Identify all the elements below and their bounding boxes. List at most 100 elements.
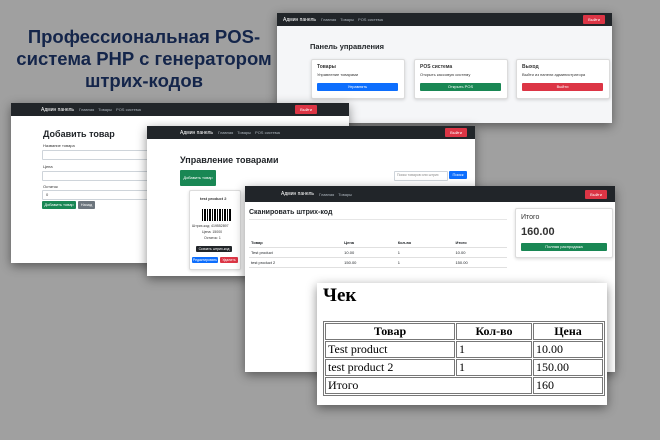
cell: 150.00 — [342, 257, 396, 268]
table-header: Товар Кол-во Цена — [325, 323, 603, 340]
headline-line-1: Профессиональная POS- — [27, 26, 261, 47]
logout-button[interactable]: Выйти — [585, 190, 607, 199]
cell: Test product — [325, 341, 455, 358]
cell: 1 — [456, 341, 532, 358]
edit-button[interactable]: Редактировать — [192, 257, 218, 263]
total-row: Итого 160 — [325, 377, 603, 394]
nav-link-products[interactable]: Товары — [338, 192, 352, 197]
search-placeholder: Поиск товаров или штрих — [397, 173, 439, 177]
receipt-window: Чек Товар Кол-во Цена Test product 1 10.… — [317, 283, 607, 405]
download-barcode-button[interactable]: Скачать штрих-код — [196, 246, 232, 252]
col-price: Цена — [533, 323, 603, 340]
cell: 10.00 — [342, 247, 396, 258]
stock-label: Остаток — [43, 184, 58, 189]
nav-brand[interactable]: Админ панель — [180, 130, 213, 136]
card-logout-button[interactable]: Выйти — [522, 83, 603, 91]
card-logout: Выход Выйти из панели администратора Вый… — [516, 59, 610, 99]
add-product-button[interactable]: Добавить товар — [180, 170, 216, 186]
col-price: Цена — [342, 238, 396, 248]
table-row: Test product 1 10.00 — [325, 341, 603, 358]
cell: Test product — [249, 247, 343, 258]
cell: 1 — [395, 257, 454, 268]
nav-link-pos[interactable]: POS система — [255, 130, 280, 135]
stock-input[interactable]: 0 — [42, 190, 154, 200]
card-title: Товары — [317, 64, 336, 70]
navbar: Админ панель Главная Товары POS система … — [277, 13, 612, 26]
cell: 150.00 — [533, 359, 603, 376]
product-price: Цена: 15000 — [202, 230, 223, 234]
search-input[interactable]: Поиск товаров или штрих — [394, 171, 448, 181]
search-button[interactable]: Поиск — [449, 171, 467, 179]
card-title: Выход — [522, 64, 539, 70]
table-row[interactable]: test product 2 150.00 1 150.00 — [249, 257, 507, 268]
total-title: Итого — [521, 214, 540, 221]
scan-area[interactable] — [249, 219, 507, 220]
manage-button[interactable]: Управлять — [317, 83, 398, 91]
delete-button[interactable]: Удалить — [220, 257, 238, 263]
product-barcode: Штрих-код: 419552897 — [192, 224, 229, 228]
table-row: test product 2 1 150.00 — [325, 359, 603, 376]
logout-button[interactable]: Выйти — [583, 15, 605, 24]
cell: 150.00 — [453, 257, 507, 268]
card-title: POS система — [420, 64, 453, 70]
cell: 1 — [456, 359, 532, 376]
card-products: Товары Управление товарами Управлять — [311, 59, 405, 99]
headline-line-2: система PHP с генератором — [16, 48, 272, 69]
navbar: Админ панель Главная Товары POS система … — [11, 103, 349, 116]
table-row[interactable]: Test product 10.00 1 10.00 — [249, 247, 507, 258]
card-pos: POS система Открыть кассовую систему Отк… — [414, 59, 508, 99]
col-total: Итого — [453, 238, 507, 248]
card-text: Выйти из панели администратора — [522, 72, 586, 77]
table-header: Товар Цена Кол-во Итого — [249, 238, 507, 248]
nav-link-products[interactable]: Товары — [237, 130, 251, 135]
nav-link-products[interactable]: Товары — [340, 17, 354, 22]
navbar: Админ панель Главная Товары POS система … — [147, 126, 475, 139]
complete-sale-button[interactable]: Полная распродажа — [521, 243, 607, 251]
page-title: Добавить товар — [43, 129, 115, 139]
cell: 10.00 — [453, 247, 507, 258]
nav-link-home[interactable]: Главная — [218, 130, 233, 135]
page-title: Сканировать штрих-код — [249, 209, 333, 216]
nav-link-home[interactable]: Главная — [79, 107, 94, 112]
nav-link-home[interactable]: Главная — [319, 192, 334, 197]
logout-button[interactable]: Выйти — [295, 105, 317, 114]
nav-link-pos[interactable]: POS система — [116, 107, 141, 112]
total-value: 160 — [533, 377, 603, 394]
barcode-image — [202, 209, 232, 221]
page-title: Панель управления — [310, 42, 385, 51]
open-pos-button[interactable]: Открыть POS — [420, 83, 501, 91]
nav-link-home[interactable]: Главная — [321, 17, 336, 22]
logout-button[interactable]: Выйти — [445, 128, 467, 137]
price-label: Цена — [43, 164, 53, 169]
card-text: Открыть кассовую систему — [420, 72, 471, 77]
back-button[interactable]: Назад — [78, 201, 95, 209]
total-value: 160.00 — [521, 226, 555, 238]
cell: test product 2 — [249, 257, 343, 268]
name-input[interactable] — [42, 150, 154, 160]
cell: 1 — [395, 247, 454, 258]
col-product: Товар — [249, 238, 343, 248]
cell: 10.00 — [533, 341, 603, 358]
col-qty: Кол-во — [456, 323, 532, 340]
page-title: Управление товарами — [180, 155, 279, 165]
col-qty: Кол-во — [395, 238, 454, 248]
total-label: Итого — [325, 377, 532, 394]
cell: test product 2 — [325, 359, 455, 376]
nav-brand[interactable]: Админ панель — [281, 191, 314, 197]
headline-line-3: штрих-кодов — [84, 70, 204, 91]
navbar: Админ панель Главная Товары Выйти — [245, 186, 615, 202]
cart-table: Товар Цена Кол-во Итого Test product 10.… — [249, 238, 507, 268]
nav-link-pos[interactable]: POS система — [358, 17, 383, 22]
total-card: Итого 160.00 Полная распродажа — [515, 208, 613, 258]
receipt-table: Товар Кол-во Цена Test product 1 10.00 t… — [323, 321, 605, 396]
nav-link-products[interactable]: Товары — [98, 107, 112, 112]
submit-button[interactable]: Добавить товар — [42, 201, 76, 209]
nav-brand[interactable]: Админ панель — [283, 17, 316, 23]
nav-brand[interactable]: Админ панель — [41, 107, 74, 113]
card-text: Управление товарами — [317, 72, 359, 77]
price-input[interactable] — [42, 171, 154, 181]
col-product: Товар — [325, 323, 455, 340]
product-name: test product 2 — [200, 196, 227, 201]
name-label: Название товара — [43, 143, 75, 148]
receipt-title: Чек — [323, 285, 357, 306]
